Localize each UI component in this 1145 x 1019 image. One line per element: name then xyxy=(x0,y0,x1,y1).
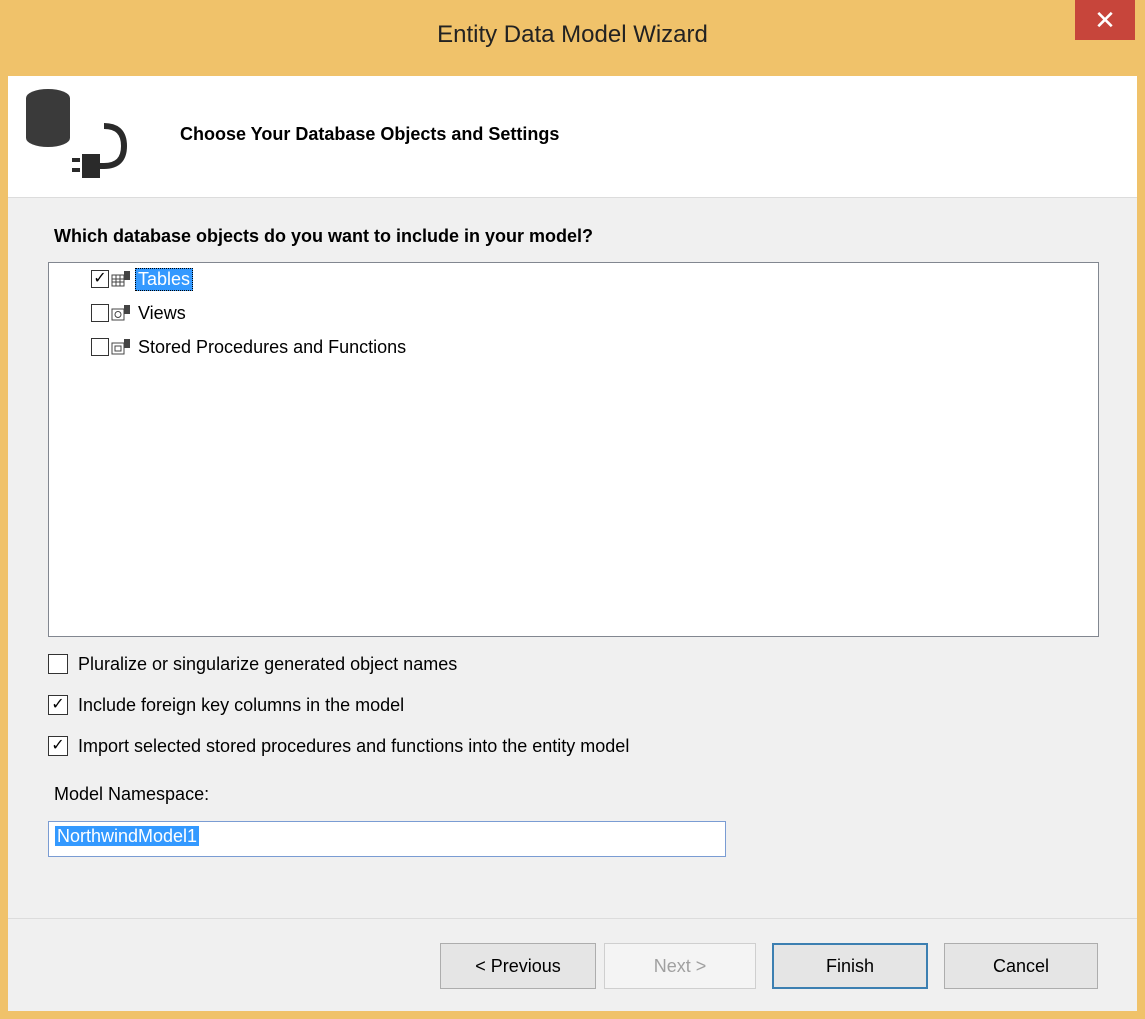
option-label: Pluralize or singularize generated objec… xyxy=(78,653,458,674)
foreign-key-option[interactable]: ✓ Include foreign key columns in the mod… xyxy=(48,691,404,719)
option-label: Import selected stored procedures and fu… xyxy=(78,735,630,756)
stored-procedure-icon xyxy=(111,339,130,355)
title-bar[interactable]: Entity Data Model Wizard ✕ xyxy=(0,0,1145,76)
finish-button[interactable]: Finish xyxy=(772,943,928,989)
page-title: Choose Your Database Objects and Setting… xyxy=(180,124,560,144)
tree-item-label: Stored Procedures and Functions xyxy=(138,336,407,357)
foreign-key-checkbox[interactable]: ✓ xyxy=(48,695,68,715)
wizard-footer: < Previous Next > Finish Cancel xyxy=(8,919,1137,1011)
objects-question: Which database objects do you want to in… xyxy=(54,226,594,246)
window-title: Entity Data Model Wizard xyxy=(437,21,708,48)
stored-procedures-checkbox[interactable] xyxy=(91,338,109,356)
database-objects-tree[interactable]: ✓ Tables Views Stored Procedures and Fun… xyxy=(48,262,1099,637)
wizard-client-area: Choose Your Database Objects and Setting… xyxy=(8,76,1137,1011)
tree-item-views[interactable]: Views xyxy=(91,299,189,327)
tree-item-tables[interactable]: ✓ Tables xyxy=(91,265,194,293)
namespace-input[interactable]: NorthwindModel1 xyxy=(48,821,726,857)
wizard-window: Entity Data Model Wizard ✕ Choose Your D… xyxy=(0,0,1145,1019)
cancel-button[interactable]: Cancel xyxy=(944,943,1098,989)
namespace-label: Model Namespace: xyxy=(54,784,210,804)
previous-button[interactable]: < Previous xyxy=(440,943,596,989)
pluralize-option[interactable]: Pluralize or singularize generated objec… xyxy=(48,650,457,678)
tables-checkbox[interactable]: ✓ xyxy=(91,270,109,288)
import-procedures-option[interactable]: ✓ Import selected stored procedures and … xyxy=(48,732,629,760)
wizard-header: Choose Your Database Objects and Setting… xyxy=(8,76,1137,198)
close-button[interactable]: ✕ xyxy=(1075,0,1135,40)
tree-item-stored-procedures[interactable]: Stored Procedures and Functions xyxy=(91,333,409,361)
view-icon xyxy=(111,305,130,321)
pluralize-checkbox[interactable] xyxy=(48,654,68,674)
next-button[interactable]: Next > xyxy=(604,943,756,989)
views-checkbox[interactable] xyxy=(91,304,109,322)
namespace-value: NorthwindModel1 xyxy=(55,826,200,846)
option-label: Include foreign key columns in the model xyxy=(78,694,405,715)
tree-item-label: Tables xyxy=(135,267,194,291)
database-connect-icon xyxy=(26,89,128,178)
import-procedures-checkbox[interactable]: ✓ xyxy=(48,736,68,756)
table-icon xyxy=(111,271,130,287)
tree-item-label: Views xyxy=(138,302,186,323)
close-icon: ✕ xyxy=(1094,5,1116,35)
